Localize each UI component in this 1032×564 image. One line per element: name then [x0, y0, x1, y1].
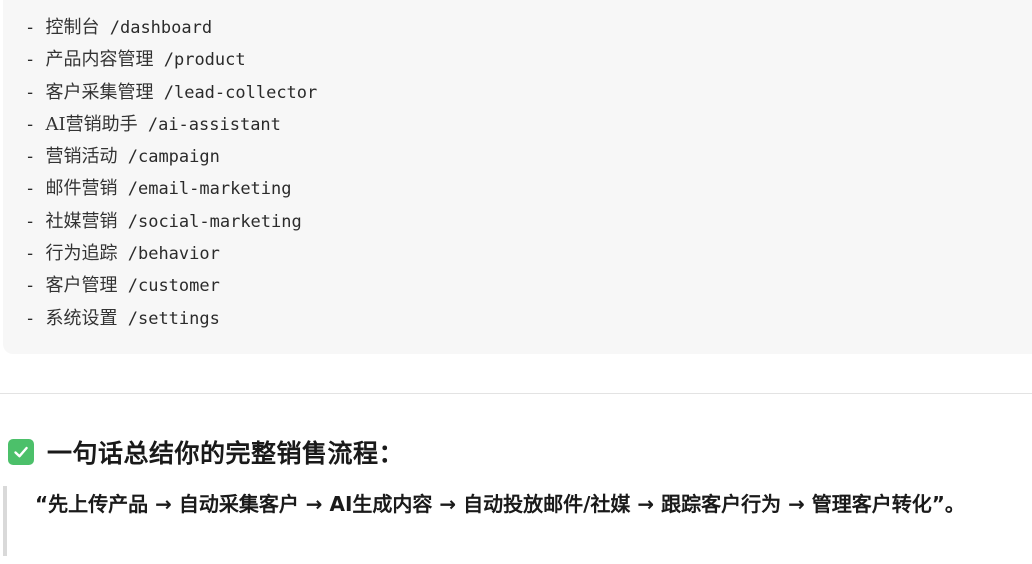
- route-line: - 产品内容管理 /product: [25, 44, 1032, 76]
- summary-quote-text: “先上传产品 → 自动采集客户 → AI生成内容 → 自动投放邮件/社媒 → 跟…: [35, 492, 965, 516]
- list-bullet: -: [25, 82, 46, 103]
- summary-title: 一句话总结你的完整销售流程：: [47, 439, 405, 468]
- summary-heading: 一句话总结你的完整销售流程：: [8, 432, 404, 472]
- route-path: /social-marketing: [127, 211, 302, 232]
- route-name: 系统设置: [45, 307, 118, 329]
- check-mark-icon: [8, 439, 34, 465]
- route-line: - AI营销助手 /ai-assistant: [25, 109, 1032, 141]
- route-name: 客户管理: [45, 275, 118, 297]
- route-name: 客户采集管理: [45, 81, 154, 103]
- route-name: 营销活动: [45, 146, 118, 168]
- route-line: - 客户采集管理 /lead-collector: [25, 77, 1032, 109]
- route-name: 控制台: [45, 17, 100, 38]
- route-line: - 控制台 /dashboard: [25, 12, 1032, 44]
- route-path: /product: [163, 50, 246, 71]
- route-path: /email-marketing: [127, 179, 292, 200]
- route-line: - 营销活动 /campaign: [25, 141, 1032, 173]
- list-bullet: -: [25, 308, 46, 329]
- route-path: /dashboard: [109, 18, 213, 38]
- list-bullet: -: [25, 50, 46, 71]
- route-path: /campaign: [127, 147, 220, 168]
- list-bullet: -: [25, 114, 46, 135]
- list-bullet: -: [25, 276, 46, 297]
- route-name: 社媒营销: [45, 210, 118, 232]
- route-line: - 邮件营销 /email-marketing: [25, 173, 1032, 205]
- route-name: 行为追踪: [45, 243, 118, 265]
- route-path: /settings: [127, 308, 220, 329]
- list-bullet: -: [25, 18, 46, 38]
- route-name: 邮件营销: [45, 178, 118, 200]
- route-line: - 行为追踪 /behavior: [25, 238, 1032, 270]
- route-name: AI营销助手: [45, 113, 138, 135]
- list-bullet: -: [25, 211, 46, 232]
- route-path: /ai-assistant: [147, 114, 281, 135]
- list-bullet: -: [25, 244, 46, 265]
- section-divider: [0, 393, 1032, 394]
- list-bullet: -: [25, 179, 46, 200]
- route-line: - 客户管理 /customer: [25, 270, 1032, 302]
- check-mark-glyph: [14, 446, 28, 458]
- route-line: - 社媒营销 /social-marketing: [25, 206, 1032, 238]
- code-block: - 控制台 /dashboard - 产品内容管理 /product - 客户采…: [3, 0, 1032, 354]
- route-path: /behavior: [127, 244, 220, 265]
- list-bullet: -: [25, 147, 46, 168]
- route-path: /lead-collector: [163, 82, 318, 103]
- route-line: - 系统设置 /settings: [25, 303, 1032, 335]
- route-path: /customer: [127, 276, 220, 297]
- route-name: 产品内容管理: [45, 49, 154, 71]
- summary-blockquote: “先上传产品 → 自动采集客户 → AI生成内容 → 自动投放邮件/社媒 → 跟…: [3, 486, 1003, 556]
